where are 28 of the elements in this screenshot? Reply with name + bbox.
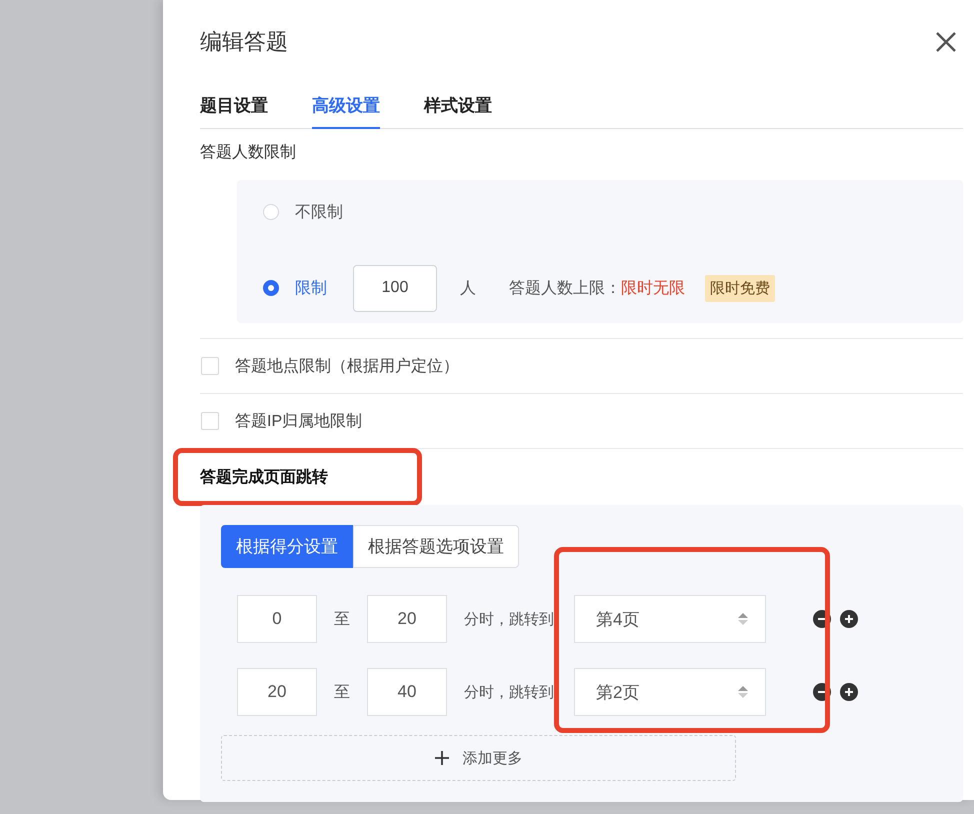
score-input[interactable]: 40 [367, 668, 447, 716]
dialog-title: 编辑答题 [200, 28, 288, 56]
option-label: 限制 [295, 278, 327, 298]
tab[interactable]: 高级设置 [312, 84, 380, 129]
score-input[interactable]: 20 [367, 595, 447, 643]
number-input[interactable]: 100 [353, 264, 437, 312]
rule-label: 分时，跳转到 [464, 610, 555, 628]
rule-label: 分时，跳转到 [464, 682, 555, 702]
checkbox-label: 答题地点限制（根据用户定位） [235, 356, 459, 376]
checkbox-label: 答题IP归属地限制 [235, 412, 362, 432]
limit-value: 限时无限 [621, 278, 685, 298]
range-label: 至 [334, 610, 350, 630]
score-input[interactable]: 20 [237, 668, 317, 716]
page-select[interactable]: 第4页 [574, 595, 766, 643]
unit-label: 人 [460, 278, 476, 298]
mode-tab[interactable]: 根据得分设置 [221, 525, 353, 568]
page-select[interactable]: 第2页 [574, 668, 766, 716]
section-title: 答题完成页面跳转 [200, 467, 328, 488]
limit-label: 答题人数上限： [509, 278, 621, 298]
field-label: 答题人数限制 [200, 142, 297, 163]
range-label: 至 [334, 682, 350, 702]
score-input[interactable]: 0 [237, 595, 317, 643]
option-label: 不限制 [295, 202, 343, 222]
add-more-button[interactable]: 添加更多 [221, 735, 736, 781]
mode-tab[interactable]: 根据答题选项设置 [353, 525, 519, 568]
tab[interactable]: 样式设置 [424, 84, 492, 129]
promo-badge: 限时免费 [705, 274, 775, 302]
tab[interactable]: 题目设置 [200, 84, 268, 129]
